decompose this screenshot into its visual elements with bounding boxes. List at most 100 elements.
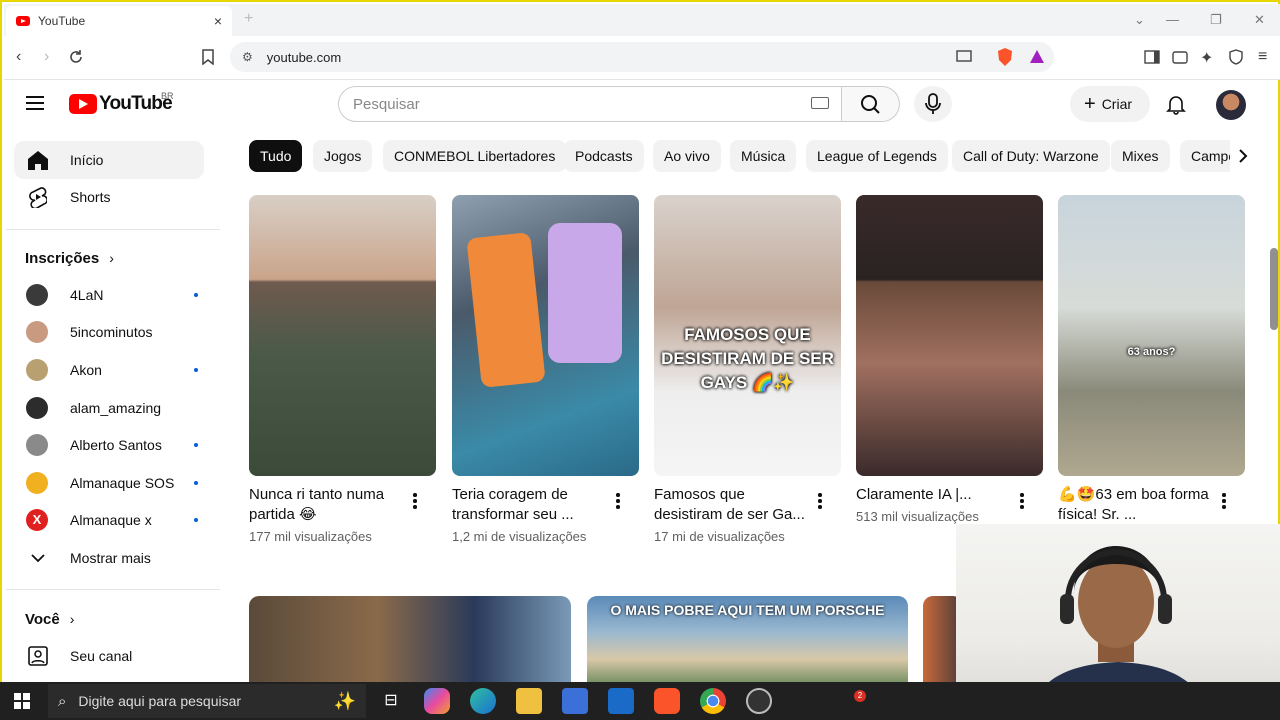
restore-icon[interactable]: ❐	[1210, 12, 1222, 28]
subscription-item[interactable]: Akon	[14, 351, 204, 389]
more-actions-icon[interactable]	[1020, 493, 1024, 509]
chip-championship[interactable]: Campe	[1180, 140, 1230, 172]
short-overlay-text: 63 anos?	[1127, 346, 1176, 358]
sidebar-divider	[6, 229, 220, 230]
subscriptions-header[interactable]: Inscrições ›	[25, 250, 114, 267]
sidebar-item-home[interactable]: Início	[14, 141, 204, 179]
brave-icon[interactable]	[654, 688, 680, 714]
page-scrollbar[interactable]	[1270, 248, 1278, 330]
short-thumbnail[interactable]: FAMOSOS QUE DESISTIRAM DE SER GAYS 🌈✨	[654, 195, 841, 476]
address-bar[interactable]: ⚙ youtube.com	[230, 42, 1054, 72]
youtube-play-icon	[69, 94, 97, 114]
site-settings-icon[interactable]: ⚙	[242, 50, 253, 64]
brave-shields-icon[interactable]	[996, 47, 1014, 67]
chrome-icon[interactable]	[700, 688, 726, 714]
chip-podcasts[interactable]: Podcasts	[564, 140, 644, 172]
account-avatar[interactable]	[1216, 90, 1246, 120]
vpn-icon[interactable]	[1228, 49, 1244, 65]
brave-rewards-icon[interactable]	[1028, 47, 1046, 67]
tab-list-icon[interactable]: ⌄	[1134, 12, 1145, 28]
short-thumbnail[interactable]	[249, 195, 436, 476]
sidebar-item-shorts[interactable]: Shorts	[14, 178, 204, 216]
sidebar-item-label: Início	[70, 152, 104, 168]
more-actions-icon[interactable]	[616, 493, 620, 509]
short-thumbnail[interactable]	[452, 195, 639, 476]
wallet-icon[interactable]	[1172, 50, 1188, 64]
short-card[interactable]: Claramente IA |... 513 mil visualizações	[856, 195, 1043, 524]
keyboard-icon[interactable]	[811, 97, 829, 109]
chips-next-button[interactable]	[1230, 140, 1258, 172]
chip-music[interactable]: Música	[730, 140, 797, 172]
channel-avatar	[26, 284, 48, 306]
subscription-item[interactable]: 4LaN	[14, 276, 204, 314]
short-title[interactable]: 💪🤩63 em boa forma física! Sr. ...	[1058, 485, 1218, 525]
minimize-icon[interactable]: —	[1166, 12, 1179, 27]
outlook-icon[interactable]	[608, 688, 634, 714]
you-header[interactable]: Você ›	[25, 611, 74, 628]
chip-games[interactable]: Jogos	[313, 140, 373, 172]
obs-icon[interactable]	[746, 688, 772, 714]
tab-close-icon[interactable]: ×	[214, 13, 222, 29]
chip-libertadores[interactable]: CONMEBOL Libertadores	[383, 140, 567, 172]
search-input[interactable]	[353, 95, 793, 113]
reload-icon[interactable]	[68, 49, 84, 65]
cast-icon[interactable]	[956, 50, 972, 64]
sidebar-toggle-icon[interactable]	[1144, 50, 1160, 64]
short-title[interactable]: Teria coragem de transformar seu ...	[452, 485, 612, 525]
chevron-down-icon	[26, 546, 50, 570]
subscription-item[interactable]: Alberto Santos	[14, 426, 204, 464]
forward-icon[interactable]: ›	[44, 48, 49, 66]
short-card[interactable]: Nunca ri tanto numa partida 😂 177 mil vi…	[249, 195, 436, 544]
leo-ai-icon[interactable]: ✦	[1200, 48, 1213, 68]
chip-warzone[interactable]: Call of Duty: Warzone	[952, 140, 1110, 172]
new-tab-icon[interactable]: +	[244, 10, 253, 28]
task-view-icon[interactable]: ⊟	[378, 688, 404, 714]
short-title[interactable]: Claramente IA |...	[856, 485, 1016, 505]
window-close-icon[interactable]: ✕	[1254, 12, 1265, 28]
subscription-item[interactable]: 5incominutos	[14, 313, 204, 351]
back-icon[interactable]: ‹	[16, 48, 21, 66]
video-thumbnail[interactable]: O MAIS POBRE AQUI TEM UM PORSCHE	[587, 596, 908, 686]
search-box	[338, 86, 842, 122]
youtube-favicon-icon	[16, 16, 30, 26]
subscription-item[interactable]: Almanaque SOS	[14, 464, 204, 502]
edge-icon[interactable]	[470, 688, 496, 714]
microsoft-store-icon[interactable]	[562, 688, 588, 714]
short-card[interactable]: 63 anos? 💪🤩63 em boa forma física! Sr. .…	[1058, 195, 1245, 523]
copilot-icon[interactable]	[424, 688, 450, 714]
file-explorer-icon[interactable]	[516, 688, 542, 714]
more-actions-icon[interactable]	[1222, 493, 1226, 509]
voice-search-button[interactable]	[914, 86, 952, 122]
chip-mixes[interactable]: Mixes	[1111, 140, 1170, 172]
video-thumbnail[interactable]	[249, 596, 571, 686]
guide-menu-icon[interactable]	[26, 96, 44, 110]
taskbar-search[interactable]: ⌕ Digite aqui para pesquisar ✨	[48, 684, 366, 718]
subscription-item[interactable]: alam_amazing	[14, 389, 204, 427]
short-thumbnail[interactable]	[856, 195, 1043, 476]
create-button[interactable]: + Criar	[1070, 86, 1150, 122]
chip-live[interactable]: Ao vivo	[653, 140, 721, 172]
more-actions-icon[interactable]	[818, 493, 822, 509]
windows-start-icon[interactable]	[14, 693, 30, 709]
browser-toolbar: ‹ › ⚙ youtube.com ✦ ≡	[4, 36, 1280, 80]
short-card[interactable]: Teria coragem de transformar seu ... 1,2…	[452, 195, 639, 544]
search-button[interactable]	[842, 86, 900, 122]
channel-avatar	[26, 472, 48, 494]
notifications-icon[interactable]	[1164, 92, 1188, 116]
bookmark-icon[interactable]	[202, 49, 214, 65]
menu-icon[interactable]: ≡	[1258, 48, 1267, 66]
subscription-item[interactable]: X Almanaque x	[14, 501, 204, 539]
more-actions-icon[interactable]	[413, 493, 417, 509]
short-card[interactable]: FAMOSOS QUE DESISTIRAM DE SER GAYS 🌈✨ Fa…	[654, 195, 841, 544]
channel-avatar	[26, 397, 48, 419]
show-more-button[interactable]: Mostrar mais	[14, 539, 204, 577]
chip-all[interactable]: Tudo	[249, 140, 303, 172]
short-title[interactable]: Famosos que desistiram de ser Ga...	[654, 485, 814, 525]
short-thumbnail[interactable]: 63 anos?	[1058, 195, 1245, 476]
your-channel-label: Seu canal	[70, 648, 133, 664]
tab-youtube[interactable]: YouTube ×	[6, 6, 232, 36]
chip-league-of-legends[interactable]: League of Legends	[806, 140, 948, 172]
short-title[interactable]: Nunca ri tanto numa partida 😂	[249, 485, 409, 525]
sidebar-item-your-channel[interactable]: Seu canal	[14, 637, 204, 675]
youtube-logo[interactable]: YouTube BR	[69, 91, 174, 115]
